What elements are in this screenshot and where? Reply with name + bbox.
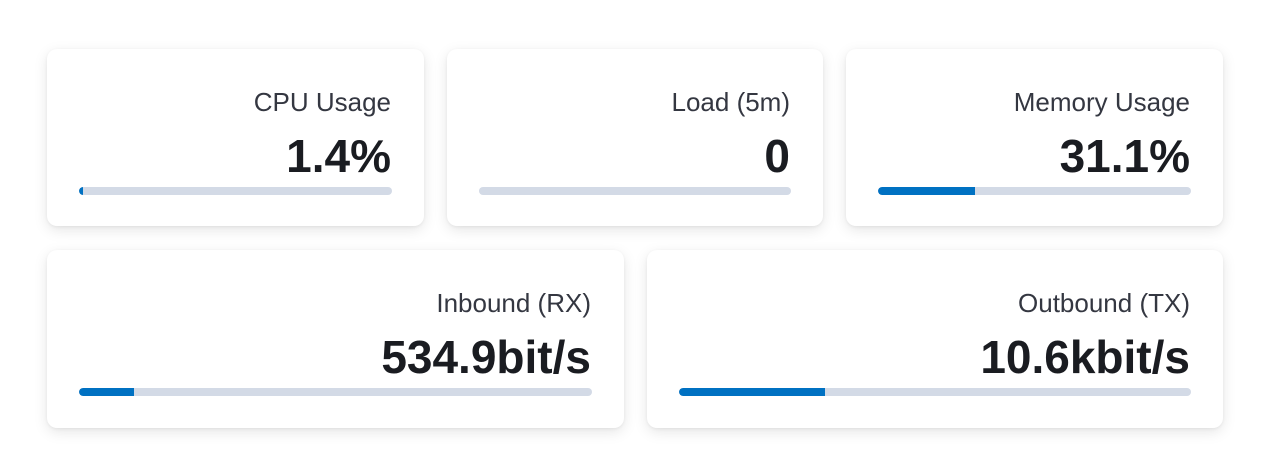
progress-bar (479, 187, 791, 195)
metric-card-outbound: Outbound (TX) 10.6kbit/s (647, 250, 1223, 428)
metric-label: Inbound (RX) (436, 288, 591, 318)
metric-value: 0 (764, 130, 790, 182)
metric-label: CPU Usage (253, 87, 391, 117)
metric-label: Outbound (TX) (1018, 288, 1190, 318)
metric-value: 10.6kbit/s (980, 331, 1190, 383)
progress-bar (79, 187, 392, 195)
progress-bar (878, 187, 1191, 195)
metric-value: 1.4% (286, 130, 391, 182)
progress-bar-fill (79, 388, 134, 396)
metric-label: Load (5m) (671, 87, 791, 117)
progress-bar (679, 388, 1191, 396)
metric-card-memory-usage: Memory Usage 31.1% (846, 49, 1223, 226)
progress-bar-fill (878, 187, 976, 195)
progress-bar-fill (679, 388, 826, 396)
progress-bar (79, 388, 592, 396)
metric-card-cpu-usage: CPU Usage 1.4% (47, 49, 424, 226)
metric-value: 31.1% (1059, 130, 1190, 182)
metric-card-inbound: Inbound (RX) 534.9bit/s (47, 250, 624, 428)
metric-value: 534.9bit/s (381, 331, 591, 383)
metric-label: Memory Usage (1013, 87, 1190, 117)
progress-bar-fill (79, 187, 84, 195)
metric-card-load: Load (5m) 0 (447, 49, 823, 226)
